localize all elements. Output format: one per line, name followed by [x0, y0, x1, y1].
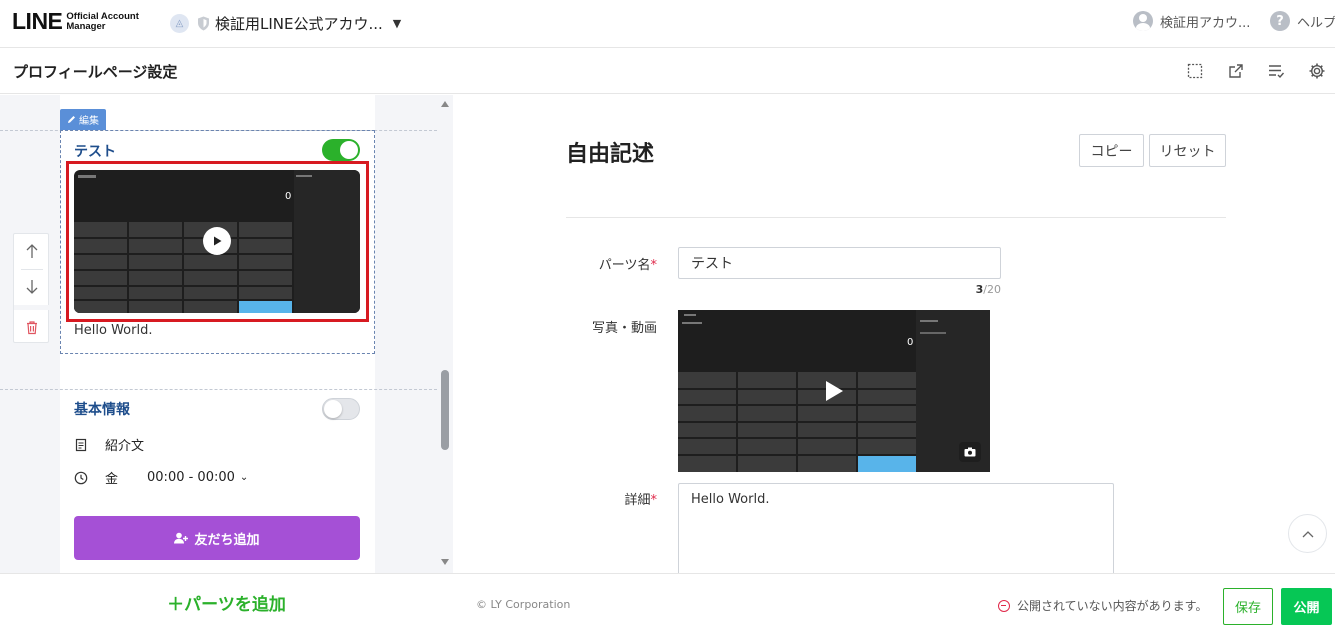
user-menu[interactable]: 検証用アカウ... — [1133, 11, 1250, 31]
document-icon — [75, 438, 87, 451]
scroll-up-icon[interactable] — [440, 100, 450, 108]
intro-row: 紹介文 — [74, 435, 144, 454]
add-friend-button[interactable]: 友だち追加 — [74, 516, 360, 560]
copy-button[interactable]: コピー — [1079, 134, 1144, 167]
media-label: 写真・動画 — [591, 321, 657, 336]
user-avatar-icon — [1133, 11, 1153, 31]
add-friend-label: 友だち追加 — [194, 532, 260, 548]
calculator-display: 0 — [285, 191, 292, 202]
free-section-toggle[interactable] — [322, 139, 360, 161]
publish-button[interactable]: 公開 — [1281, 588, 1332, 625]
help-menu[interactable]: ? ヘルプ — [1270, 11, 1335, 31]
minus-circle-icon — [998, 599, 1010, 612]
list-check-icon[interactable] — [1267, 62, 1285, 80]
add-user-icon — [174, 532, 189, 544]
move-controls — [13, 233, 50, 344]
free-section-text: Hello World. — [74, 323, 153, 338]
parts-name-counter: 3/20 — [975, 283, 1001, 296]
edit-tag[interactable]: 編集 — [60, 109, 106, 130]
chevron-down-icon[interactable]: ⌄ — [240, 472, 248, 483]
account-switcher[interactable]: ◬ 検証用LINE公式アカウ... ▼ — [170, 12, 401, 34]
save-button[interactable]: 保存 — [1223, 588, 1273, 625]
form-divider — [566, 217, 1226, 218]
unpublished-text: 公開されていない内容があります。 — [1017, 599, 1208, 613]
page-header: プロフィールページ設定 — [0, 48, 1335, 94]
chevron-up-icon — [1302, 530, 1313, 537]
calculator-display: 0 — [907, 337, 914, 348]
top-bar: LINE Official Account Manager ◬ 検証用LINE公… — [0, 0, 1335, 48]
preview-panel: 編集 テスト 0 Hello World. 基本情報 紹介文 金 00:00 -… — [0, 95, 453, 573]
copyright: © LY Corporation — [476, 598, 571, 611]
scroll-to-top-button[interactable] — [1288, 514, 1327, 553]
help-label: ヘルプ — [1297, 15, 1335, 31]
play-icon[interactable] — [203, 227, 231, 255]
basic-section-title: 基本情報 — [74, 402, 130, 418]
pencil-icon — [68, 116, 75, 123]
free-section-title: テスト — [74, 144, 116, 160]
gear-icon[interactable] — [1308, 62, 1326, 80]
clock-icon — [74, 471, 88, 484]
scroll-down-icon[interactable] — [440, 558, 450, 566]
account-name: 検証用LINE公式アカウ... — [215, 14, 383, 33]
unpublished-notice: 公開されていない内容があります。 — [998, 597, 1207, 614]
parts-name-label: パーツ名* — [598, 258, 657, 273]
scroll-thumb[interactable] — [441, 370, 449, 450]
page-title: プロフィールページ設定 — [13, 63, 178, 81]
arrow-down-icon[interactable] — [14, 270, 50, 304]
logo-main-text: LINE — [12, 8, 63, 34]
form-title: 自由記述 — [566, 142, 655, 167]
arrow-up-icon[interactable] — [14, 234, 50, 268]
help-icon: ? — [1270, 11, 1290, 31]
trash-icon[interactable] — [14, 310, 50, 344]
caret-down-icon[interactable]: ▼ — [393, 17, 401, 30]
user-name: 検証用アカウ... — [1160, 15, 1251, 31]
line-logo[interactable]: LINE Official Account Manager — [12, 8, 139, 35]
detail-label: 詳細* — [624, 493, 657, 508]
logo-sub-text: Official Account Manager — [66, 10, 139, 32]
hours-range: 00:00 - 00:00 — [147, 470, 235, 485]
camera-icon[interactable] — [959, 442, 981, 462]
parts-name-input[interactable]: テスト — [678, 247, 1001, 279]
play-icon[interactable] — [824, 380, 844, 402]
edit-tag-label: 編集 — [79, 116, 99, 127]
hours-day: 金 — [105, 472, 119, 487]
preview-scrollbar[interactable] — [437, 95, 453, 573]
section-divider — [0, 389, 437, 390]
hours-row[interactable]: 金 00:00 - 00:00 ⌄ — [74, 468, 248, 487]
media-preview[interactable]: 0 — [678, 310, 990, 472]
detail-textarea[interactable]: Hello World. — [678, 483, 1114, 583]
video-thumbnail[interactable]: 0 — [74, 170, 360, 313]
shield-icon — [198, 16, 209, 30]
external-link-icon[interactable] — [1227, 62, 1245, 80]
reset-button[interactable]: リセット — [1149, 134, 1226, 167]
intro-label: 紹介文 — [105, 439, 145, 454]
account-avatar-icon: ◬ — [170, 13, 189, 33]
footer: © LY Corporation 公開されていない内容があります。 保存 公開 — [453, 573, 1335, 630]
add-parts-button[interactable]: ＋パーツを追加 — [0, 573, 453, 630]
frame-icon[interactable] — [1186, 62, 1204, 80]
basic-section-toggle[interactable] — [322, 398, 360, 420]
